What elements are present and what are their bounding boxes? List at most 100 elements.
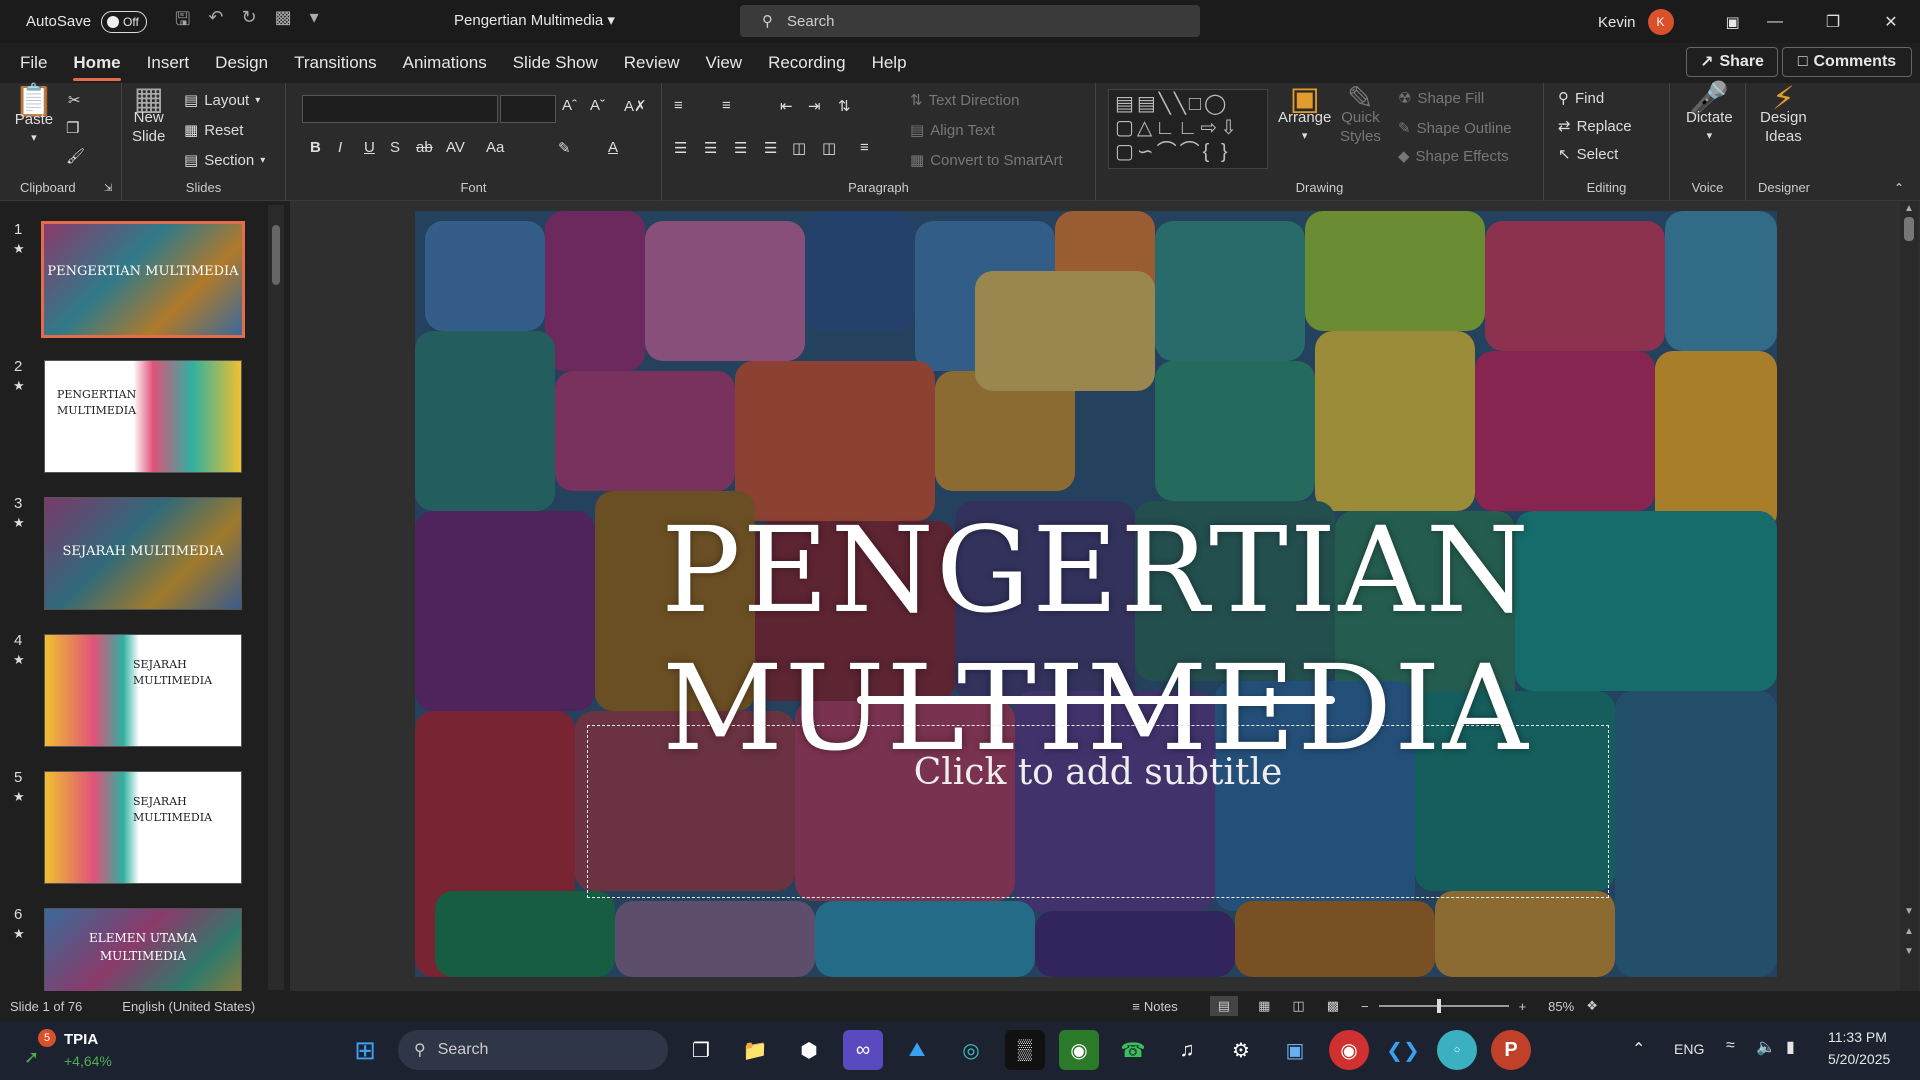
scroll-down-icon[interactable]: ▼ (1904, 906, 1914, 917)
convert-smartart-button[interactable]: ▦ Convert to SmartArt (910, 151, 1063, 170)
scrollbar-thumb[interactable] (1904, 217, 1914, 241)
increase-font-icon[interactable]: Aˆ (562, 97, 577, 114)
columns-icon[interactable]: ◫ (792, 139, 806, 157)
settings-gear-icon[interactable]: ⚙ (1221, 1030, 1261, 1070)
tab-transitions[interactable]: Transitions (294, 47, 377, 79)
taskbar-search[interactable]: ⚲ Search (398, 1030, 668, 1070)
show-hidden-icons[interactable]: ⌃ (1632, 1039, 1645, 1059)
bold-icon[interactable]: B (310, 139, 321, 156)
tab-design[interactable]: Design (215, 47, 268, 79)
change-case-icon[interactable]: Aa (486, 139, 504, 156)
app-cube-icon[interactable]: ⬢ (789, 1030, 829, 1070)
slide-scrollbar[interactable]: ▲ ▼ ▲ ▼ (1900, 201, 1918, 991)
tab-file[interactable]: File (20, 47, 47, 79)
document-title[interactable]: Pengertian Multimedia ▾ (454, 11, 615, 29)
tab-help[interactable]: Help (872, 47, 907, 79)
shadow-icon[interactable]: S (390, 139, 400, 156)
zoom-in-icon[interactable]: + (1519, 999, 1527, 1014)
strikethrough-icon[interactable]: ab (416, 139, 433, 156)
powerpoint-icon[interactable]: P (1491, 1030, 1531, 1070)
shape-fill-button[interactable]: ☢ Shape Fill (1398, 89, 1484, 108)
present-icon[interactable]: ▩ (275, 7, 292, 37)
visual-studio-icon[interactable]: ∞ (843, 1030, 883, 1070)
thumbnail-3[interactable]: 3 ★ SEJARAH MULTIMEDIA (10, 495, 250, 615)
photos-icon[interactable]: ⛰ (897, 1030, 937, 1070)
select-button[interactable]: ↖ Select (1558, 145, 1618, 164)
thumbnail-scrollbar[interactable] (268, 205, 284, 990)
design-ideas-button[interactable]: ⚡ Design Ideas (1760, 82, 1807, 146)
normal-view-icon[interactable]: ▤ (1209, 996, 1239, 1016)
paste-button[interactable]: 📋 Paste ▾ (14, 84, 54, 148)
thumbnail-1[interactable]: 1 ★ PENGERTIAN MULTIMEDIA (10, 221, 250, 341)
collapse-ribbon-icon[interactable]: ⌃ (1894, 181, 1904, 195)
increase-indent-icon[interactable]: ⇥ (808, 97, 821, 115)
font-color-icon[interactable]: A (608, 139, 618, 156)
justify-icon[interactable]: ☰ (764, 139, 777, 157)
photo-editor-icon[interactable]: ▣ (1275, 1030, 1315, 1070)
cut-icon[interactable]: ✂ (68, 91, 81, 109)
autosave-toggle[interactable]: Off (101, 10, 148, 33)
scroll-up-icon[interactable]: ▲ (1904, 203, 1914, 214)
copy-icon[interactable]: ❐ (66, 119, 79, 137)
thumbnail-6[interactable]: 6 ★ ELEMEN UTAMA MULTIMEDIA (10, 906, 250, 991)
whatsapp-icon[interactable]: ☎ (1113, 1030, 1153, 1070)
user-account[interactable]: Kevin K ▣ (1598, 9, 1740, 35)
input-language[interactable]: ENG (1674, 1041, 1704, 1057)
clear-formatting-icon[interactable]: A✗ (624, 97, 647, 115)
subtitle-placeholder[interactable]: Click to add subtitle (587, 725, 1609, 898)
slide-sorter-icon[interactable]: ▦ (1258, 998, 1270, 1014)
app-red-icon[interactable]: ◉ (1329, 1030, 1369, 1070)
quick-styles-button[interactable]: ✎ Quick Styles (1340, 82, 1381, 146)
italic-icon[interactable]: I (338, 139, 342, 156)
save-icon[interactable]: 🖫 (175, 7, 190, 37)
restore-icon[interactable]: ❐ (1804, 0, 1862, 43)
numbering-icon[interactable]: ≡ (722, 97, 731, 114)
font-name-input[interactable] (302, 95, 498, 123)
align-right-icon[interactable]: ☰ (734, 139, 747, 157)
language-indicator[interactable]: English (United States) (122, 999, 255, 1014)
bullets-icon[interactable]: ≡ (674, 97, 683, 114)
battery-icon[interactable]: ▮ (1786, 1037, 1795, 1057)
layout-button[interactable]: ▤ Layout ▾ (184, 91, 260, 110)
share-button[interactable]: ↗ Share (1686, 47, 1778, 77)
canva-icon[interactable]: ○ (1437, 1030, 1477, 1070)
underline-icon[interactable]: U (364, 139, 375, 156)
line-spacing-icon[interactable]: ⇅ (838, 97, 851, 115)
ribbon-display-icon[interactable]: ▣ (1726, 13, 1740, 31)
character-spacing-icon[interactable]: AV (446, 139, 465, 156)
text-direction-button[interactable]: ⇅ Text Direction (910, 91, 1019, 110)
windows-start-icon[interactable]: ⊞ (345, 1030, 385, 1070)
undo-icon[interactable]: ↶ (208, 7, 223, 37)
stock-widget[interactable]: 5 ➚ TPIA +4,64% (24, 1029, 134, 1073)
customize-qat-icon[interactable]: ▾ (310, 7, 319, 37)
zoom-level[interactable]: 85% (1548, 999, 1574, 1014)
tab-insert[interactable]: Insert (147, 47, 190, 79)
font-size-input[interactable] (500, 95, 556, 123)
tab-animations[interactable]: Animations (403, 47, 487, 79)
thumbnail-4[interactable]: 4 ★ SEJARAH MULTIMEDIA (10, 632, 250, 752)
shape-effects-button[interactable]: ◆ Shape Effects (1398, 147, 1509, 166)
comments-button[interactable]: □ Comments (1782, 47, 1912, 77)
volume-icon[interactable]: 🔈 (1756, 1037, 1776, 1057)
zoom-slider[interactable] (1378, 999, 1509, 1013)
new-slide-button[interactable]: ▦ New Slide (132, 82, 165, 146)
decrease-indent-icon[interactable]: ⇤ (780, 97, 793, 115)
current-slide[interactable]: PENGERTIAN MULTIMEDIA Click to add subti… (415, 211, 1777, 977)
shapes-gallery[interactable]: ▤▤╲╲□◯ ▢△∟∟⇨⇩ ▢∽⌒⌒{ } (1108, 89, 1268, 169)
reset-button[interactable]: ▦ Reset (184, 121, 243, 140)
clock-date[interactable]: 5/20/2025 (1828, 1051, 1890, 1067)
arrange-button[interactable]: ▣ Arrange ▾ (1278, 82, 1331, 146)
highlight-icon[interactable]: ✎ (558, 139, 571, 157)
zoom-slider-thumb[interactable] (1436, 999, 1441, 1013)
file-explorer-icon[interactable]: 📁 (735, 1030, 775, 1070)
minimize-icon[interactable]: — (1746, 0, 1804, 43)
format-painter-icon[interactable]: 🖌 (66, 147, 85, 165)
tab-recording[interactable]: Recording (768, 47, 846, 79)
thumbnail-5[interactable]: 5 ★ SEJARAH MULTIMEDIA (10, 769, 250, 889)
shape-outline-button[interactable]: ✎ Shape Outline (1398, 119, 1512, 138)
tab-home[interactable]: Home (73, 47, 121, 81)
clock-time[interactable]: 11:33 PM (1828, 1029, 1887, 1045)
align-left-icon[interactable]: ☰ (674, 139, 687, 157)
align-center-icon[interactable]: ☰ (704, 139, 717, 157)
section-button[interactable]: ▤ Section ▾ (184, 151, 265, 170)
